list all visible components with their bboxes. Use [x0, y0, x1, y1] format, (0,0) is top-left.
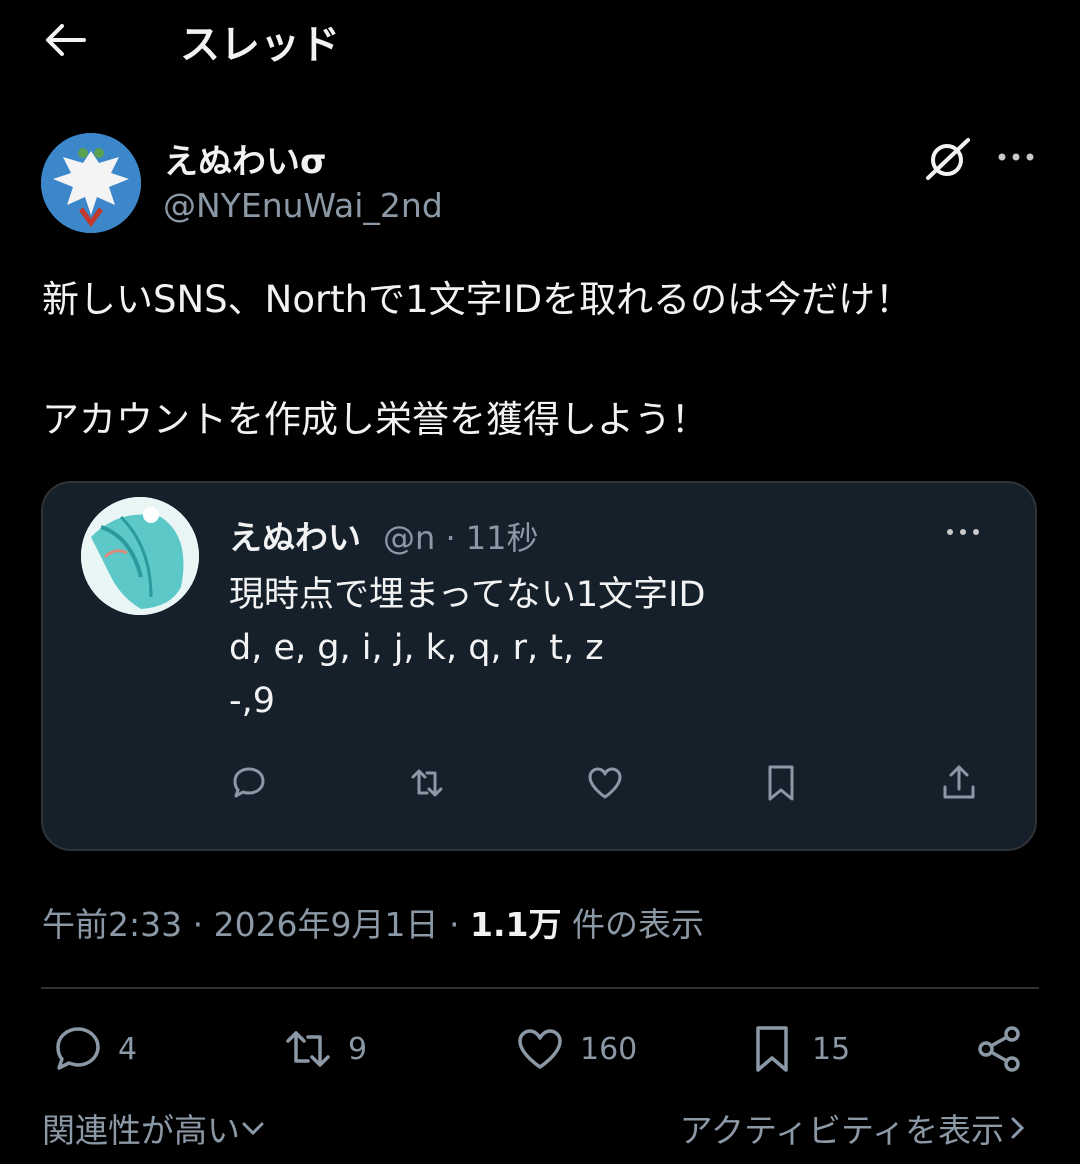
- quoted-reply-icon[interactable]: [229, 763, 269, 803]
- quoted-text-line: 現時点で埋まってない1文字ID: [229, 575, 706, 615]
- quoted-like-icon[interactable]: [585, 763, 625, 803]
- repost-button[interactable]: 9: [282, 1022, 367, 1076]
- quoted-author-avatar[interactable]: [81, 497, 199, 615]
- page-title: スレッド: [180, 22, 340, 68]
- chevron-right-icon: [1004, 1115, 1030, 1141]
- quoted-text-line: d, e, g, i, j, k, q, r, t, z: [229, 628, 604, 668]
- quoted-more-icon[interactable]: [945, 525, 981, 539]
- sort-label: 関連性が高い: [42, 1111, 240, 1150]
- post-text-line: 新しいSNS、Northで1文字IDを取れるのは今だけ！: [42, 278, 913, 321]
- chevron-down-icon: [240, 1115, 266, 1141]
- like-count: 160: [580, 1031, 638, 1067]
- activity-label: アクティビティを表示: [679, 1111, 1004, 1150]
- quoted-bookmark-icon[interactable]: [761, 763, 801, 803]
- share-button[interactable]: [974, 1022, 1040, 1076]
- repost-icon: [282, 1023, 334, 1075]
- like-icon: [514, 1023, 566, 1075]
- post-timestamp: 午前2:33 · 2026年9月1日 · 1.1万 件の表示: [42, 898, 704, 946]
- sort-dropdown[interactable]: 関連性が高い: [42, 1104, 266, 1152]
- time-date: 午前2:33 · 2026年9月1日 ·: [42, 905, 471, 944]
- author-handle[interactable]: @NYEnuWai_2nd: [163, 186, 443, 225]
- quoted-text-line: -,9: [229, 681, 276, 721]
- grok-icon[interactable]: [924, 136, 972, 182]
- bookmark-button[interactable]: 15: [746, 1022, 850, 1076]
- reply-button[interactable]: 4: [52, 1022, 137, 1076]
- quoted-post-card[interactable]: えぬわい @n · 11秒 現時点で埋まってない1文字ID d, e, g, i…: [41, 481, 1037, 851]
- author-avatar[interactable]: [41, 133, 141, 233]
- share-icon: [974, 1023, 1026, 1075]
- back-arrow-icon[interactable]: [44, 22, 86, 58]
- view-count: 1.1万: [470, 905, 562, 944]
- quoted-text: 現時点で埋まってない1文字ID d, e, g, i, j, k, q, r, …: [229, 569, 705, 728]
- author-display-name[interactable]: えぬわいσ: [164, 134, 326, 183]
- quoted-share-icon[interactable]: [939, 763, 979, 803]
- more-options-icon[interactable]: [996, 148, 1036, 166]
- post-text: 新しいSNS、Northで1文字IDを取れるのは今だけ！ アカウントを作成し栄誉…: [42, 270, 1042, 450]
- reply-icon: [52, 1023, 104, 1075]
- quoted-repost-icon[interactable]: [407, 763, 447, 803]
- view-label: 件の表示: [561, 905, 704, 944]
- divider: [41, 987, 1039, 989]
- show-activity-link[interactable]: アクティビティを表示: [680, 1104, 1030, 1152]
- bookmark-icon: [746, 1023, 798, 1075]
- reply-count: 4: [118, 1031, 138, 1067]
- bookmark-count: 15: [812, 1031, 851, 1067]
- post-text-line: アカウントを作成し栄誉を獲得しよう！: [42, 398, 708, 441]
- repost-count: 9: [348, 1031, 368, 1067]
- like-button[interactable]: 160: [514, 1022, 637, 1076]
- quoted-handle-time: @n · 11秒: [383, 519, 539, 557]
- quoted-display-name[interactable]: えぬわい: [229, 511, 361, 559]
